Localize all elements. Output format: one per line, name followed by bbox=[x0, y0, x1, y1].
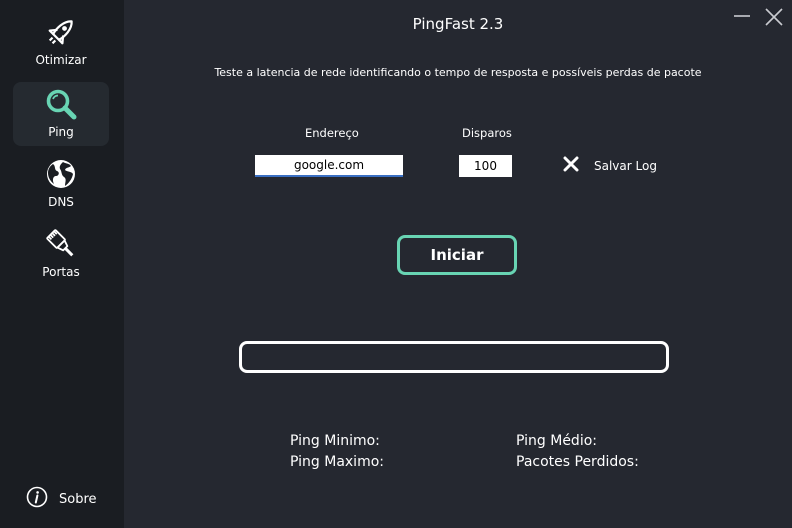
progress-bar bbox=[239, 341, 669, 373]
ping-max-label: Ping Maximo: bbox=[290, 454, 384, 470]
ping-min-label: Ping Minimo: bbox=[290, 433, 380, 449]
sidebar-item-dns[interactable]: DNS bbox=[13, 152, 109, 216]
shots-label: Disparos bbox=[462, 126, 512, 140]
start-button[interactable]: Iniciar bbox=[397, 235, 517, 275]
address-input[interactable] bbox=[255, 155, 403, 177]
sobre-label: Sobre bbox=[59, 491, 97, 507]
sidebar: Otimizar Ping DNS Portas Sobre bbox=[0, 0, 124, 528]
x-icon bbox=[563, 156, 579, 176]
sidebar-item-label: Ping bbox=[48, 125, 74, 139]
ping-avg-label: Ping Médio: bbox=[516, 433, 597, 449]
address-label: Endereço bbox=[305, 126, 359, 140]
page-description: Teste a latencia de rede identificando o… bbox=[214, 66, 702, 79]
app-title: PingFast 2.3 bbox=[412, 15, 504, 33]
info-icon bbox=[26, 486, 48, 512]
sidebar-item-otimizar[interactable]: Otimizar bbox=[13, 10, 109, 74]
sidebar-item-label: DNS bbox=[48, 195, 74, 209]
magnifier-icon bbox=[44, 87, 78, 121]
globe-icon bbox=[44, 157, 78, 191]
sidebar-item-ping[interactable]: Ping bbox=[13, 82, 109, 146]
ethernet-cable-icon bbox=[44, 227, 78, 261]
sidebar-item-label: Portas bbox=[42, 265, 80, 279]
rocket-icon bbox=[44, 15, 78, 49]
sidebar-item-label: Otimizar bbox=[35, 53, 87, 67]
save-log-checkbox[interactable]: Salvar Log bbox=[563, 156, 657, 176]
packets-lost-label: Pacotes Perdidos: bbox=[516, 454, 639, 470]
save-log-label: Salvar Log bbox=[594, 159, 657, 173]
sidebar-item-sobre[interactable]: Sobre bbox=[26, 486, 97, 512]
sidebar-item-portas[interactable]: Portas bbox=[13, 222, 109, 286]
shots-input[interactable] bbox=[459, 155, 512, 177]
